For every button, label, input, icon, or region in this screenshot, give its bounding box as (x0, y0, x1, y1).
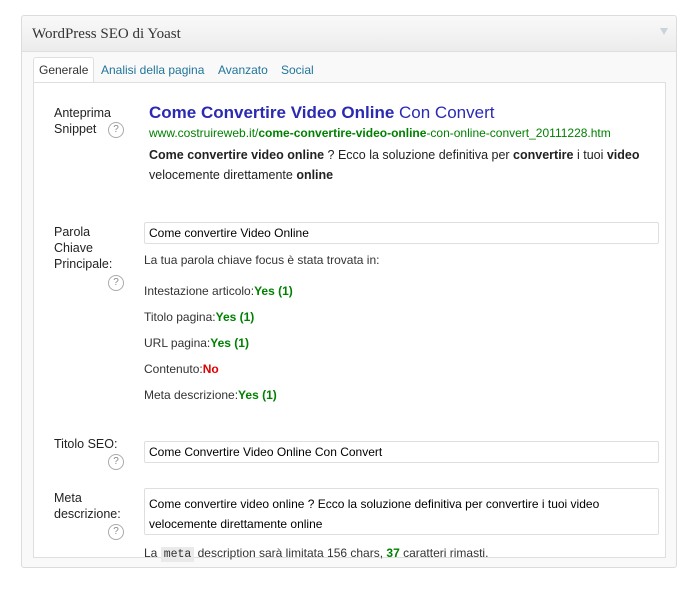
tab-analisi-pagina[interactable]: Analisi della pagina (96, 58, 209, 82)
seo-title-input[interactable] (144, 441, 659, 463)
metabox-title: WordPress SEO di Yoast (32, 26, 181, 42)
note-code: meta (160, 547, 195, 562)
check-titolo-pagina: Titolo pagina:Yes (1) (144, 310, 254, 324)
snippet-title-rest: Con Convert (394, 103, 495, 122)
keyword-help-icon[interactable]: ? (108, 275, 124, 291)
check-label: URL pagina: (144, 336, 211, 350)
check-result: Yes (1) (238, 388, 277, 402)
check-label: Titolo pagina: (144, 310, 216, 324)
collapse-arrow-icon[interactable] (660, 28, 668, 35)
snippet-title: Come Convertire Video Online Con Convert (149, 103, 494, 123)
snippet-title-keyword: Come Convertire Video Online (149, 103, 395, 122)
check-result: Yes (1) (210, 336, 249, 350)
note-post: caratteri rimasti. (399, 546, 489, 560)
check-label: Contenuto: (144, 362, 203, 376)
snippet-url: www.costruireweb.it/come-convertire-vide… (149, 126, 611, 140)
yoast-seo-metabox: WordPress SEO di Yoast Generale Analisi … (21, 15, 677, 568)
meta-desc-label: Meta descrizione: (54, 490, 121, 522)
snippet-desc-text-1: ? Ecco la soluzione definitiva per (324, 148, 514, 162)
check-meta-descrizione: Meta descrizione:Yes (1) (144, 388, 277, 402)
check-result: No (202, 362, 219, 376)
meta-desc-label-line2: descrizione: (54, 507, 121, 521)
snippet-desc-bold-1: Come convertire video online (149, 148, 325, 162)
check-url-pagina: URL pagina:Yes (1) (144, 336, 249, 350)
snippet-desc-text-3: velocemente direttamente (149, 168, 297, 182)
snippet-desc-text-2: i tuoi (573, 148, 607, 162)
snippet-desc-bold-4: online (296, 168, 334, 182)
snippet-desc-bold-3: video (606, 148, 640, 162)
snippet-label-line1: Anteprima (54, 106, 111, 120)
keyword-label: Parola Chiave Principale: (54, 224, 112, 272)
check-result: Yes (1) (254, 284, 293, 298)
snippet-label: Anteprima Snippet (54, 105, 111, 137)
snippet-label-line2: Snippet (54, 122, 97, 136)
snippet-desc-bold-2: convertire (513, 148, 574, 162)
note-pre: La (144, 546, 161, 560)
check-label: Intestazione articolo: (144, 284, 255, 298)
chars-remaining-count: 37 (386, 546, 400, 560)
note-mid: description sarà limitata 156 chars, (194, 546, 387, 560)
meta-desc-length-note: La meta description sarà limitata 156 ch… (144, 546, 489, 562)
seo-title-help-icon[interactable]: ? (108, 454, 124, 470)
meta-desc-label-line1: Meta (54, 491, 82, 505)
seo-title-label: Titolo SEO: (54, 437, 118, 451)
check-intestazione: Intestazione articolo:Yes (1) (144, 284, 293, 298)
focus-keyword-input[interactable] (144, 222, 659, 244)
keyword-label-line3: Principale: (54, 257, 113, 271)
snippet-url-suffix: -con-online-convert_20111228.htm (426, 126, 611, 140)
keyword-label-line1: Parola (54, 225, 91, 239)
snippet-url-prefix: www.costruireweb.it/ (149, 126, 259, 140)
keyword-label-line2: Chiave (54, 241, 93, 255)
check-result: Yes (1) (215, 310, 255, 324)
check-contenuto: Contenuto:No (144, 362, 219, 376)
snippet-help-icon[interactable]: ? (108, 122, 124, 138)
meta-desc-help-icon[interactable]: ? (108, 524, 124, 540)
tab-social[interactable]: Social (276, 58, 319, 82)
tab-panel-generale: Anteprima Snippet ? Come Convertire Vide… (33, 82, 666, 562)
metabox-header[interactable]: WordPress SEO di Yoast (22, 16, 676, 52)
tab-generale[interactable]: Generale (33, 57, 95, 84)
keyword-found-text: La tua parola chiave focus è stata trova… (144, 253, 380, 267)
tab-avanzato[interactable]: Avanzato (213, 58, 273, 82)
meta-description-textarea[interactable]: Come convertire video online ? Ecco la s… (144, 488, 659, 535)
check-label: Meta descrizione: (144, 388, 239, 402)
snippet-description: Come convertire video online ? Ecco la s… (149, 145, 659, 185)
snippet-url-keyword: come-convertire-video-online (258, 126, 427, 140)
